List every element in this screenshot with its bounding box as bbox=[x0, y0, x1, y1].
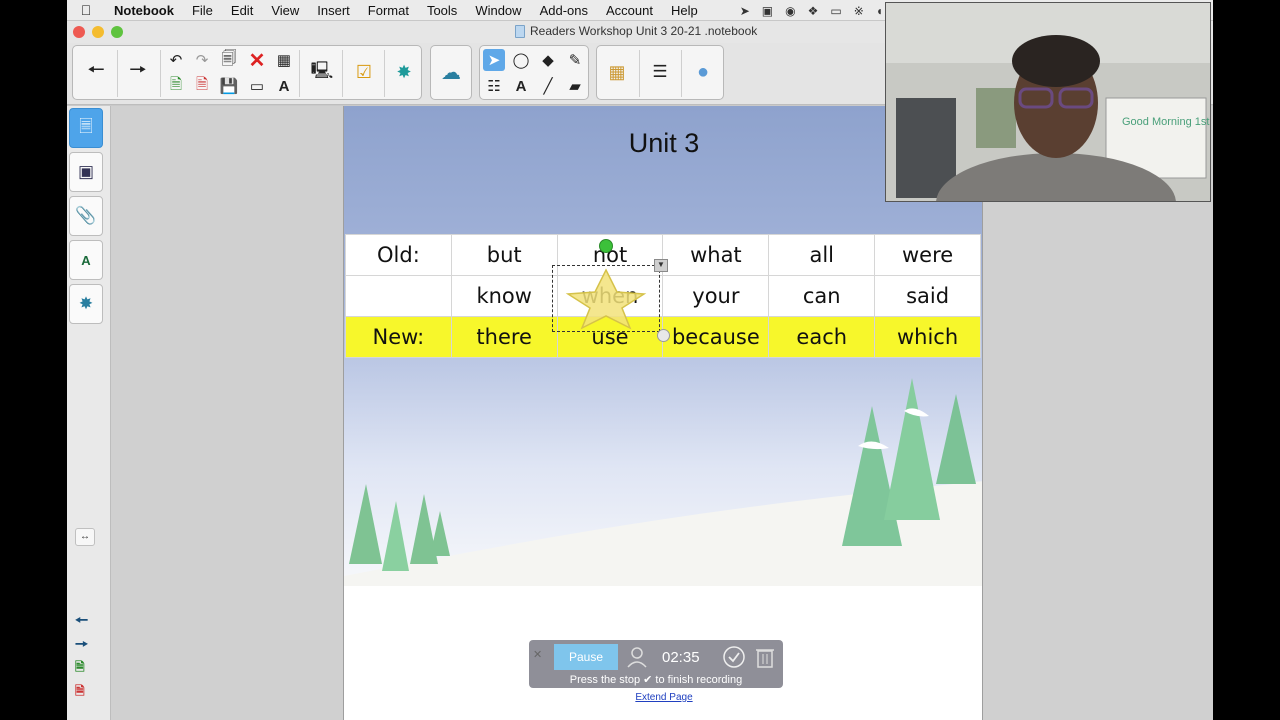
menu-addons[interactable]: Add-ons bbox=[531, 3, 597, 18]
recording-timer: 02:35 bbox=[662, 649, 700, 666]
row-label[interactable]: Old: bbox=[345, 234, 452, 276]
webcam-video-overlay: Good Morning 1st Grade bbox=[885, 2, 1211, 202]
word-cell[interactable]: there bbox=[450, 316, 558, 358]
dropbox-icon[interactable]: ❖ bbox=[808, 4, 819, 18]
word-cell[interactable]: were bbox=[874, 234, 981, 276]
addons-icon[interactable]: ✸ bbox=[69, 284, 103, 324]
document-title-text: Readers Workshop Unit 3 20-21 .notebook bbox=[530, 24, 758, 38]
toolbar-group-page: 🠔 🠖 ↶ ↷ 🗐 ✕ ▦ 🗎 🗎 💾 ▭ A 🖳 ☑ ✸ bbox=[72, 45, 422, 100]
apple-menu-icon[interactable]:  bbox=[67, 2, 105, 18]
undo-icon[interactable]: ↶ bbox=[165, 49, 187, 71]
word-cell[interactable]: each bbox=[768, 316, 876, 358]
add-page-icon[interactable]: 🗎 bbox=[75, 658, 85, 679]
recording-hint: Press the stop ✔ to finish recording bbox=[569, 674, 743, 686]
font-icon[interactable]: A bbox=[273, 75, 295, 97]
webcam-board-text: Good Morning 1st Grade bbox=[1122, 116, 1211, 128]
forward-icon[interactable]: 🠖 bbox=[120, 48, 156, 96]
screen-icon[interactable]: ▭ bbox=[246, 75, 268, 97]
page-icon[interactable]: 🗐 bbox=[218, 49, 240, 71]
menu-help[interactable]: Help bbox=[662, 3, 707, 18]
app-tray-icon[interactable]: ◉ bbox=[785, 4, 795, 18]
row-label[interactable] bbox=[345, 275, 452, 317]
shapes-icon[interactable]: ◯ bbox=[510, 49, 532, 71]
select-icon[interactable]: ➤ bbox=[483, 49, 505, 71]
word-cell[interactable]: said bbox=[874, 275, 981, 317]
bluetooth-icon[interactable]: ※ bbox=[854, 4, 864, 18]
line-style-icon[interactable]: ☰ bbox=[642, 48, 678, 96]
document-icon bbox=[515, 24, 525, 38]
minimize-window-button[interactable] bbox=[92, 26, 104, 38]
toolbar-group-properties: ▦ ☰ ● bbox=[596, 45, 724, 100]
delete-icon[interactable]: ✕ bbox=[246, 49, 268, 72]
extend-page-link[interactable]: Extend Page bbox=[344, 692, 982, 703]
menu-edit[interactable]: Edit bbox=[222, 3, 262, 18]
menu-file[interactable]: File bbox=[183, 3, 222, 18]
document-title: Readers Workshop Unit 3 20-21 .notebook bbox=[515, 24, 757, 38]
zoom-window-button[interactable] bbox=[111, 26, 123, 38]
pen-icon[interactable]: ✎ bbox=[564, 49, 586, 71]
fill-effects-icon[interactable]: ● bbox=[685, 48, 721, 96]
status-tray: ➤ ▣ ◉ ❖ ▭ ※ ◖ bbox=[740, 0, 883, 21]
word-cell[interactable]: your bbox=[662, 275, 770, 317]
properties-icon[interactable]: ☷ bbox=[483, 75, 505, 97]
menu-window[interactable]: Window bbox=[466, 3, 530, 18]
recorder-widget: ✕ Pause 02:35 Press the stop ✔ to finish… bbox=[529, 640, 783, 688]
rotation-handle[interactable] bbox=[599, 239, 613, 253]
word-cell[interactable]: know bbox=[450, 275, 558, 317]
webcam-person-icon[interactable] bbox=[625, 645, 649, 669]
shape-recognition-icon[interactable]: ☁ bbox=[433, 48, 469, 96]
color-palette-icon[interactable]: ▦ bbox=[599, 48, 635, 96]
fill-icon[interactable]: ◆ bbox=[537, 49, 559, 71]
redo-icon[interactable]: ↷ bbox=[191, 49, 213, 71]
text-icon[interactable]: A bbox=[510, 75, 532, 97]
selection-box[interactable] bbox=[552, 265, 660, 332]
gallery-icon[interactable]: ▣ bbox=[69, 152, 103, 192]
stop-check-icon[interactable] bbox=[722, 645, 746, 669]
table-icon[interactable]: ▦ bbox=[273, 49, 295, 71]
line-icon[interactable]: ╱ bbox=[537, 75, 559, 97]
pause-button[interactable]: Pause bbox=[554, 644, 618, 670]
back-icon[interactable]: 🠔 bbox=[78, 48, 114, 96]
wifi-icon[interactable]: ◖ bbox=[876, 4, 883, 18]
next-page-icon[interactable]: 🠖 bbox=[75, 634, 88, 659]
addons-icon[interactable]: ✸ bbox=[386, 48, 422, 96]
delete-page-icon[interactable]: 🗎 bbox=[75, 682, 85, 703]
eraser-icon[interactable]: ▰ bbox=[564, 75, 586, 97]
close-window-button[interactable] bbox=[73, 26, 85, 38]
toolbar-group-tools: ➤ ◯ ◆ ✎ ☷ A ╱ ▰ bbox=[479, 45, 589, 100]
menu-tools[interactable]: Tools bbox=[418, 3, 466, 18]
document-camera-icon[interactable]: 🖳 bbox=[304, 48, 340, 96]
expand-panel-button[interactable]: ↔ bbox=[75, 528, 95, 546]
delete-page-icon[interactable]: 🗎 bbox=[191, 75, 213, 97]
page-sorter-icon[interactable]: 🗏 bbox=[69, 108, 103, 148]
toolbar-group-recognition: ☁ bbox=[430, 45, 472, 100]
word-cell[interactable]: because bbox=[662, 316, 770, 358]
attachments-icon[interactable]: 📎 bbox=[69, 196, 103, 236]
object-menu-button[interactable]: ▼ bbox=[654, 259, 668, 272]
word-cell[interactable]: all bbox=[768, 234, 876, 276]
menu-account[interactable]: Account bbox=[597, 3, 662, 18]
response-icon[interactable]: ☑ bbox=[346, 48, 382, 96]
menu-app-name[interactable]: Notebook bbox=[105, 3, 183, 18]
resize-handle[interactable] bbox=[657, 329, 670, 342]
close-icon[interactable]: ✕ bbox=[533, 648, 542, 661]
word-cell[interactable]: which bbox=[874, 316, 981, 358]
add-page-icon[interactable]: 🗎 bbox=[165, 75, 187, 97]
save-icon[interactable]: 💾 bbox=[218, 75, 240, 97]
table-row: know when your can said bbox=[345, 275, 981, 317]
airplay-icon[interactable]: ▭ bbox=[830, 4, 841, 18]
properties-icon[interactable]: A bbox=[69, 240, 103, 280]
location-icon[interactable]: ➤ bbox=[740, 4, 750, 18]
trash-icon[interactable] bbox=[754, 645, 776, 669]
word-cell[interactable]: what bbox=[662, 234, 770, 276]
previous-page-icon[interactable]: 🠔 bbox=[75, 610, 88, 635]
menu-view[interactable]: View bbox=[262, 3, 308, 18]
menu-insert[interactable]: Insert bbox=[308, 3, 359, 18]
row-label[interactable]: New: bbox=[345, 316, 452, 358]
side-panel: 🗏 ▣ 📎 A ✸ ↔ 🠔 🠖 🗎 🗎 bbox=[67, 106, 111, 720]
word-cell[interactable]: can bbox=[768, 275, 876, 317]
gamepad-icon[interactable]: ▣ bbox=[762, 4, 773, 18]
menu-format[interactable]: Format bbox=[359, 3, 418, 18]
word-cell[interactable]: but bbox=[450, 234, 558, 276]
